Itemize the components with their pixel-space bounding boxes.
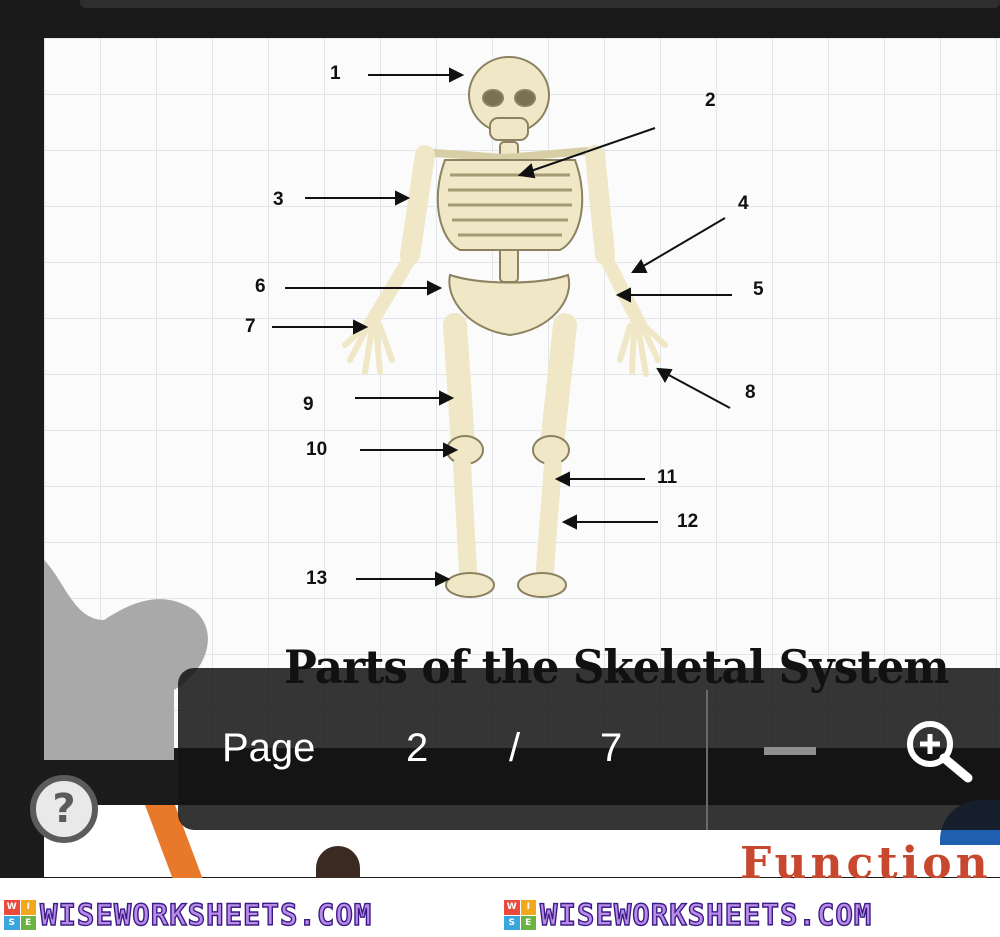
label-12: 12 [677, 511, 698, 532]
watermark-logo: W I S E [504, 900, 536, 930]
label-1: 1 [330, 63, 341, 84]
watermark-text: WISEWORKSHEETS.COM [539, 897, 873, 932]
label-13: 13 [306, 568, 327, 589]
watermark-text: WISEWORKSHEETS.COM [39, 897, 373, 932]
label-6: 6 [255, 276, 266, 297]
label-7: 7 [245, 316, 256, 337]
help-icon: ? [52, 786, 76, 832]
label-8: 8 [745, 382, 756, 403]
zoom-out-button[interactable] [760, 725, 820, 775]
page-caption: Parts of the Skeletal System [284, 640, 950, 694]
label-4: 4 [738, 193, 749, 214]
label-10: 10 [306, 439, 327, 460]
page-label: Page [222, 726, 316, 770]
label-3: 3 [273, 189, 284, 210]
watermark-left: W I S E WISEWORKSHEETS.COM [4, 897, 373, 933]
zoom-in-icon [907, 721, 973, 783]
help-button[interactable]: ? [30, 775, 98, 843]
current-page-number[interactable]: 2 [406, 726, 428, 771]
toolbar-divider [706, 690, 708, 830]
zoom-in-button[interactable] [902, 718, 978, 784]
label-9: 9 [303, 394, 314, 415]
zoom-out-icon [764, 747, 816, 755]
skeleton-bones [342, 56, 668, 598]
watermark-right: W I S E WISEWORKSHEETS.COM [504, 897, 873, 933]
label-5: 5 [753, 279, 764, 300]
watermark-logo: W I S E [4, 900, 36, 930]
label-2: 2 [705, 90, 716, 111]
page-separator: / [509, 726, 521, 770]
label-11: 11 [657, 467, 678, 488]
total-pages: 7 [600, 726, 623, 770]
